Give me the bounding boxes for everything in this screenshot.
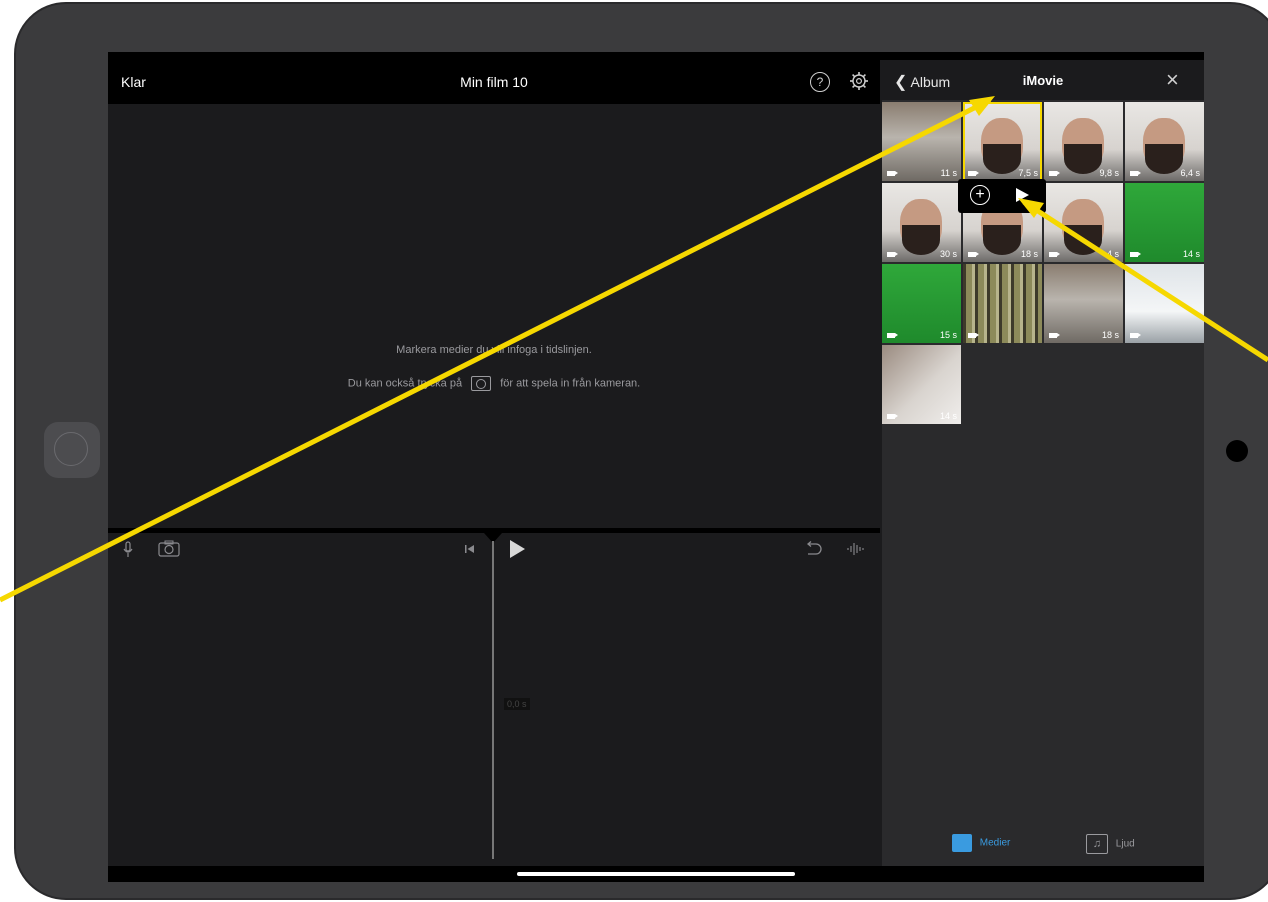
clip-duration: 9,8 s <box>1099 168 1119 178</box>
playhead[interactable] <box>492 541 494 859</box>
clip-duration: 30 s <box>939 249 957 259</box>
video-camera-icon <box>968 333 979 338</box>
media-thumbnail[interactable]: 9,8 s <box>1044 102 1123 181</box>
tab-media[interactable]: Medier <box>952 834 1010 852</box>
media-thumbnail[interactable]: 14 s <box>882 345 961 424</box>
album-title: iMovie <box>1022 73 1064 88</box>
video-camera-icon <box>1130 333 1141 338</box>
timecode-label: 0,0 s <box>504 698 530 710</box>
media-thumbnail[interactable] <box>963 264 1042 343</box>
timeline-area[interactable] <box>108 563 880 863</box>
play-preview-icon[interactable] <box>1016 188 1029 202</box>
play-icon[interactable] <box>508 539 526 559</box>
clip-duration: 18 s <box>1101 330 1119 340</box>
clip-duration: 4 s <box>1106 249 1119 259</box>
thumbnail-beard <box>1064 144 1102 174</box>
imovie-screen: Klar Min film 10 ? Markera medier du vil… <box>108 52 1204 882</box>
video-camera-icon <box>1049 333 1060 338</box>
media-thumbnail[interactable]: 4 s <box>1044 183 1123 262</box>
tab-audio[interactable]: ♫ Ljud <box>1086 834 1135 854</box>
camera-record-icon[interactable] <box>158 540 180 557</box>
status-strip <box>108 52 1204 60</box>
empty-hint-line2: Du kan också trycka på för att spela in … <box>108 376 880 391</box>
media-thumbnail[interactable]: 30 s <box>882 183 961 262</box>
clip-duration: 15 s <box>939 330 957 340</box>
video-camera-icon <box>1130 171 1141 176</box>
video-camera-icon <box>887 171 898 176</box>
tab-media-label: Medier <box>979 837 1011 849</box>
thumbnail-beard <box>983 225 1021 255</box>
media-thumbnail[interactable]: 6,4 s <box>1125 102 1204 181</box>
clip-duration: 7,5 s <box>1018 168 1038 178</box>
tab-audio-label: Ljud <box>1115 838 1135 850</box>
thumbnail-beard <box>902 225 940 255</box>
media-type-tabs: Medier ♫ Ljud <box>882 830 1204 860</box>
clip-duration: 18 s <box>1020 249 1038 259</box>
media-thumbnail[interactable]: 18 s <box>1044 264 1123 343</box>
clip-duration: 6,4 s <box>1180 168 1200 178</box>
clip-duration: 14 s <box>1182 249 1200 259</box>
video-camera-icon <box>887 333 898 338</box>
media-thumbnail[interactable]: 14 s <box>1125 183 1204 262</box>
audio-waveform-icon[interactable] <box>846 541 866 557</box>
film-strip-icon <box>952 834 972 852</box>
media-thumbnail[interactable] <box>1125 264 1204 343</box>
add-to-timeline-icon[interactable]: + <box>970 185 990 205</box>
video-camera-icon <box>887 252 898 257</box>
hint-text-after: för att spela in från kameran. <box>500 377 641 390</box>
home-button[interactable] <box>44 422 100 478</box>
skip-to-start-icon[interactable] <box>464 543 476 555</box>
editor-toolbar: Klar Min film 10 ? <box>108 60 880 104</box>
video-camera-icon <box>968 252 979 257</box>
preview-viewer: Markera medier du vill infoga i tidslinj… <box>108 104 880 528</box>
video-camera-icon <box>968 171 979 176</box>
timeline-toolbar <box>108 533 880 563</box>
media-browser: ❮ Album iMovie × 11 s 7,5 s 9,8 s 6,4 s 30 s… <box>882 60 1204 866</box>
microphone-icon[interactable] <box>122 541 134 559</box>
project-title: Min film 10 <box>460 74 528 90</box>
video-camera-icon <box>1049 252 1060 257</box>
close-icon[interactable]: × <box>1166 67 1179 93</box>
undo-icon[interactable] <box>804 541 822 557</box>
clip-action-popover: + <box>958 179 1046 213</box>
video-camera-icon <box>1130 252 1141 257</box>
help-icon[interactable]: ? <box>810 72 830 92</box>
thumbnail-beard <box>1145 144 1183 174</box>
settings-gear-icon[interactable] <box>849 71 869 91</box>
media-thumbnail[interactable]: 15 s <box>882 264 961 343</box>
music-note-icon: ♫ <box>1086 834 1108 854</box>
home-indicator[interactable] <box>517 872 795 876</box>
thumbnail-beard <box>1064 225 1102 255</box>
clip-duration: 14 s <box>939 411 957 421</box>
front-camera <box>1226 440 1248 462</box>
empty-hint-line1: Markera medier du vill infoga i tidslinj… <box>396 344 592 356</box>
hint-text-before: Du kan också trycka på <box>347 377 463 390</box>
thumbnail-beard <box>983 144 1021 174</box>
video-camera-icon <box>887 414 898 419</box>
media-thumbnail[interactable]: 11 s <box>882 102 961 181</box>
video-camera-icon <box>1049 171 1060 176</box>
media-browser-header: ❮ Album iMovie × <box>882 60 1204 100</box>
clip-duration: 11 s <box>940 168 957 178</box>
media-thumbnail[interactable]: 7,5 s <box>963 102 1042 181</box>
camera-icon <box>471 376 492 391</box>
